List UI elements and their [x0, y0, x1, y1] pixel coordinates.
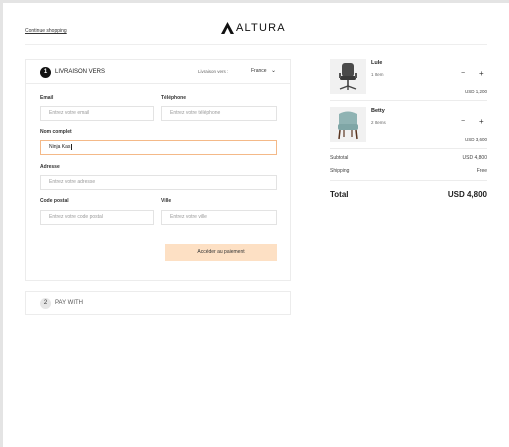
cart-item: Lule 1 Item − + USD 1,200 [330, 59, 487, 99]
altura-logo[interactable]: ALTURA [221, 22, 286, 34]
armchair-image [330, 107, 366, 142]
text-cursor [70, 143, 72, 150]
divider [330, 100, 487, 101]
logo-text: ALTURA [236, 22, 286, 34]
full-name-label: Nom complet [40, 129, 72, 135]
continue-shopping-link[interactable]: Continue shopping [25, 28, 67, 34]
payment-card[interactable]: 2 PAY WITH [25, 291, 291, 315]
cart-item-name: Lule [371, 60, 383, 66]
full-name-value: Ninja Kas [49, 144, 71, 150]
cart-item-qty: 2 Items [371, 120, 386, 125]
cart-item-price: USD 1,200 [464, 89, 487, 94]
window-left-edge [0, 0, 3, 447]
step-number-badge: 1 [40, 67, 51, 78]
full-name-field[interactable]: Ninja Kas [40, 140, 277, 155]
header-divider [25, 44, 487, 45]
address-label: Adresse [40, 164, 60, 170]
country-select[interactable]: France ⌄ [246, 65, 278, 78]
shipping-cost-value: Free [476, 168, 487, 174]
email-field[interactable]: Entrez votre email [40, 106, 154, 121]
shipping-card-header[interactable]: 1 LIVRAISON VERS Livraison vers : France… [26, 60, 290, 84]
chevron-down-icon: ⌄ [270, 68, 276, 74]
divider [330, 148, 487, 149]
address-field[interactable]: Entrez votre adresse [40, 175, 277, 190]
continue-to-payment-button[interactable]: Accéder au paiement [165, 244, 277, 261]
step-number-badge: 2 [40, 298, 51, 309]
phone-field[interactable]: Entrez votre téléphone [161, 106, 277, 121]
subtotal-label: Subtotal [330, 155, 349, 161]
city-label: Ville [161, 198, 172, 204]
phone-label: Téléphone [161, 95, 187, 101]
increase-quantity-button[interactable]: + [479, 117, 484, 126]
cart-item-qty: 1 Item [371, 72, 384, 77]
subtotal-value: USD 4,800 [462, 155, 487, 161]
decrease-quantity-button[interactable]: − [461, 70, 465, 77]
shipping-card: 1 LIVRAISON VERS Livraison vers : France… [25, 59, 291, 281]
altura-logo-icon [221, 22, 234, 34]
cart-item: Betty 2 Items − + USD 3,600 [330, 107, 487, 147]
window-top-edge [0, 0, 509, 3]
email-label: Email [40, 95, 54, 101]
postal-code-label: Code postal [40, 198, 69, 204]
cart-item-price: USD 3,600 [464, 137, 487, 142]
shipping-title: LIVRAISON VERS [55, 69, 106, 75]
ship-to-label: Livraison vers : [198, 69, 229, 74]
city-field[interactable]: Entrez votre ville [161, 210, 277, 225]
office-chair-image [330, 59, 366, 94]
decrease-quantity-button[interactable]: − [461, 118, 465, 125]
divider [330, 180, 487, 181]
total-value: USD 4,800 [447, 190, 487, 199]
postal-code-field[interactable]: Entrez votre code postal [40, 210, 154, 225]
increase-quantity-button[interactable]: + [479, 69, 484, 78]
payment-title: PAY WITH [55, 300, 84, 306]
country-value: France [251, 68, 267, 74]
cart-item-name: Betty [371, 108, 385, 114]
shipping-cost-label: Shipping [330, 168, 350, 174]
total-label: Total [330, 190, 349, 199]
